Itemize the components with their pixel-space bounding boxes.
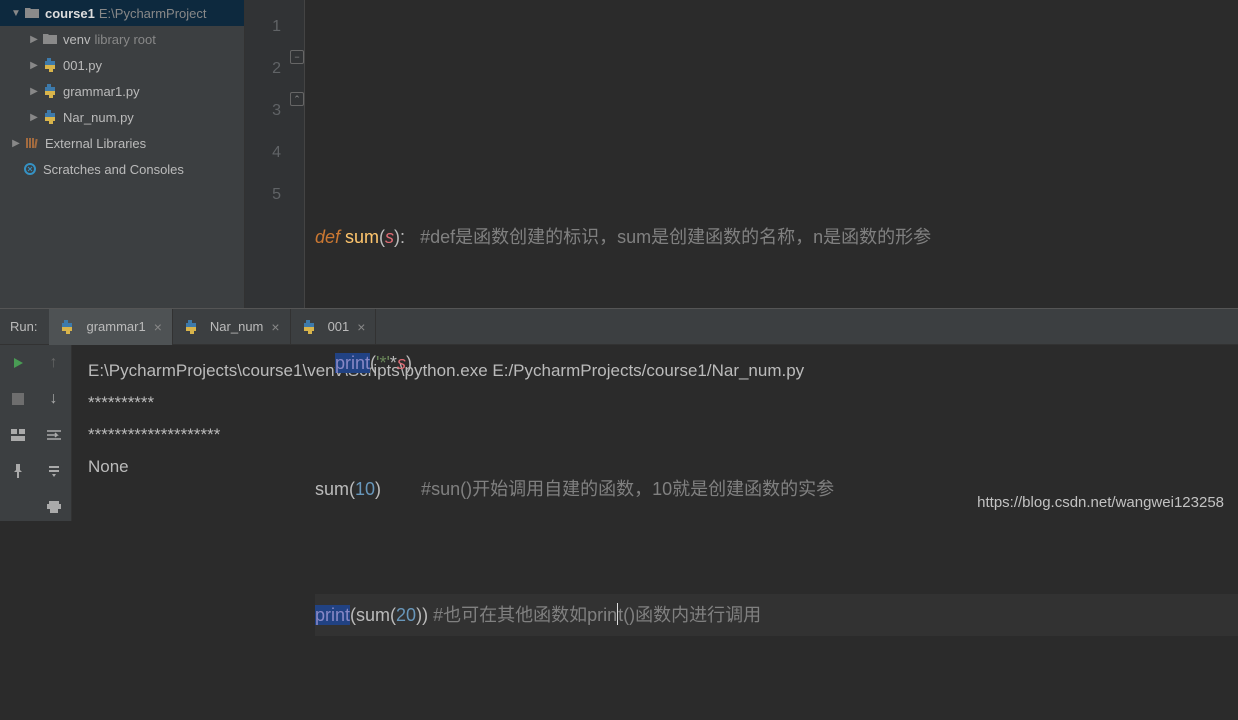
project-name: course1 [45, 6, 95, 21]
chevron-right-icon: ▶ [28, 86, 40, 97]
line-gutter: 1 2 3 4 5 [245, 0, 289, 308]
fold-gutter[interactable]: − ⌃ [289, 0, 305, 308]
python-file-icon [183, 319, 199, 335]
line-number: 2 [245, 48, 281, 90]
code-body[interactable]: def sum(s): #def是函数创建的标识，sum是创建函数的名称，n是函… [305, 0, 1238, 308]
venv-folder[interactable]: ▶ venv library root [0, 26, 244, 52]
variable: s [397, 353, 406, 373]
file-item[interactable]: ▶ Nar_num.py [0, 104, 244, 130]
soft-wrap-button[interactable] [42, 423, 66, 447]
scratches-icon [22, 161, 38, 177]
external-libs-label: External Libraries [45, 136, 146, 151]
file-item[interactable]: ▶ grammar1.py [0, 78, 244, 104]
code-editor[interactable]: 1 2 3 4 5 − ⌃ def sum(s): #def是函数创建的标识，s… [245, 0, 1238, 308]
scroll-end-button[interactable] [42, 459, 66, 483]
project-tree[interactable]: ▼ course1 E:\PycharmProject ▶ venv libra… [0, 0, 245, 308]
close-icon[interactable]: × [154, 319, 162, 335]
string: '*' [376, 353, 390, 373]
python-file-icon [42, 57, 58, 73]
scratches-consoles[interactable]: Scratches and Consoles [0, 156, 244, 182]
func-call: sum [356, 605, 390, 625]
tab-label: grammar1 [86, 319, 145, 334]
number: 20 [396, 605, 416, 625]
python-file-icon [59, 319, 75, 335]
comment: #也可在其他函数如prin [428, 605, 617, 625]
fold-start-icon[interactable]: − [290, 50, 304, 64]
venv-hint: library root [94, 32, 155, 47]
parameter: s [385, 227, 394, 247]
line-number: 1 [245, 6, 281, 48]
line-number: 5 [245, 174, 281, 216]
comment: #sun()开始调用自建的函数，10就是创建函数的实参 [381, 479, 834, 499]
fold-end-icon[interactable]: ⌃ [290, 92, 304, 106]
watermark: https://blog.csdn.net/wangwei123258 [977, 494, 1224, 511]
func-call: sum [315, 479, 349, 499]
chevron-right-icon: ▶ [28, 60, 40, 71]
line-number: 4 [245, 132, 281, 174]
file-label: grammar1.py [63, 84, 140, 99]
run-toolbar-left [0, 345, 36, 521]
builtin: print [315, 605, 350, 625]
python-file-icon [42, 83, 58, 99]
external-libraries[interactable]: ▶ External Libraries [0, 130, 244, 156]
run-toolbar-right: ↑ ↓ [36, 345, 72, 521]
up-arrow-icon[interactable]: ↑ [42, 351, 66, 375]
project-root[interactable]: ▼ course1 E:\PycharmProject [0, 0, 244, 26]
number: 10 [355, 479, 375, 499]
folder-icon [24, 5, 40, 21]
func-name: sum [345, 227, 379, 247]
python-file-icon [42, 109, 58, 125]
builtin: print [335, 353, 370, 373]
library-icon [24, 135, 40, 151]
chevron-right-icon: ▶ [10, 138, 22, 149]
chevron-right-icon: ▶ [28, 112, 40, 123]
tab-label: Nar_num [210, 319, 263, 334]
chevron-down-icon: ▼ [10, 8, 22, 19]
run-tab-narnum[interactable]: Nar_num × [173, 309, 291, 345]
file-label: 001.py [63, 58, 102, 73]
text-caret [617, 603, 618, 625]
file-label: Nar_num.py [63, 110, 134, 125]
comment: t()函数内进行调用 [618, 605, 761, 625]
print-button[interactable] [42, 495, 66, 519]
rerun-button[interactable] [6, 351, 30, 375]
scratches-label: Scratches and Consoles [43, 162, 184, 177]
keyword: def [315, 227, 345, 247]
pin-button[interactable] [6, 459, 30, 483]
venv-label: venv [63, 32, 90, 47]
line-number: 3 [245, 90, 281, 132]
layout-button[interactable] [6, 423, 30, 447]
run-tab-grammar1[interactable]: grammar1 × [49, 309, 172, 345]
comment: #def是函数创建的标识，sum是创建函数的名称，n是函数的形参 [405, 227, 931, 247]
chevron-right-icon: ▶ [28, 34, 40, 45]
down-arrow-icon[interactable]: ↓ [42, 387, 66, 411]
file-item[interactable]: ▶ 001.py [0, 52, 244, 78]
project-path: E:\PycharmProject [99, 6, 207, 21]
close-icon[interactable]: × [271, 319, 279, 335]
folder-icon [42, 31, 58, 47]
stop-button[interactable] [6, 387, 30, 411]
run-label: Run: [0, 319, 49, 334]
